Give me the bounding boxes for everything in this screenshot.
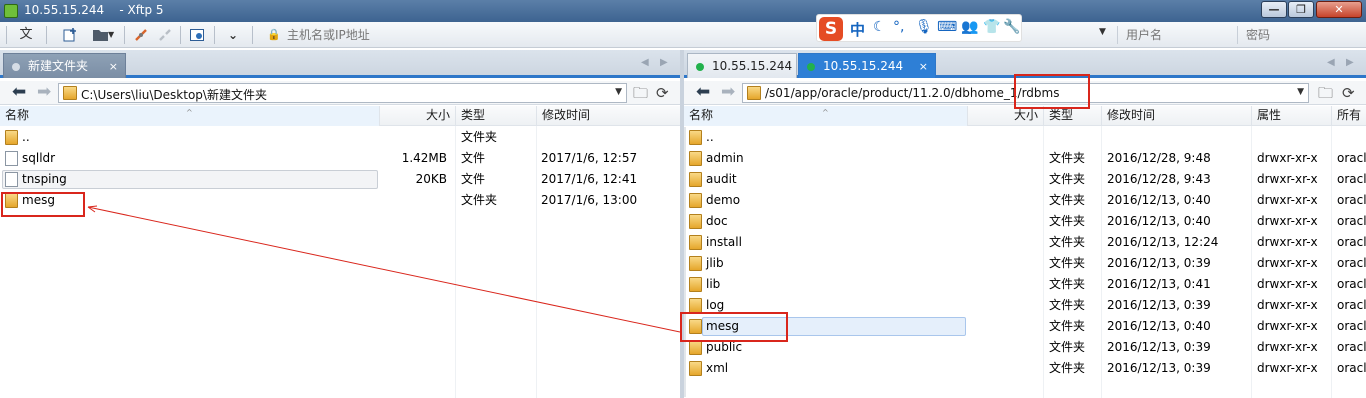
xftp-window: 10.55.15.244 - Xftp 5 — ❐ ✕ 文 ▼ ⌄ 🔒 主机名或… — [0, 0, 1366, 398]
annotation-arrow — [87, 205, 681, 333]
annotation-arrow-line — [87, 206, 681, 333]
